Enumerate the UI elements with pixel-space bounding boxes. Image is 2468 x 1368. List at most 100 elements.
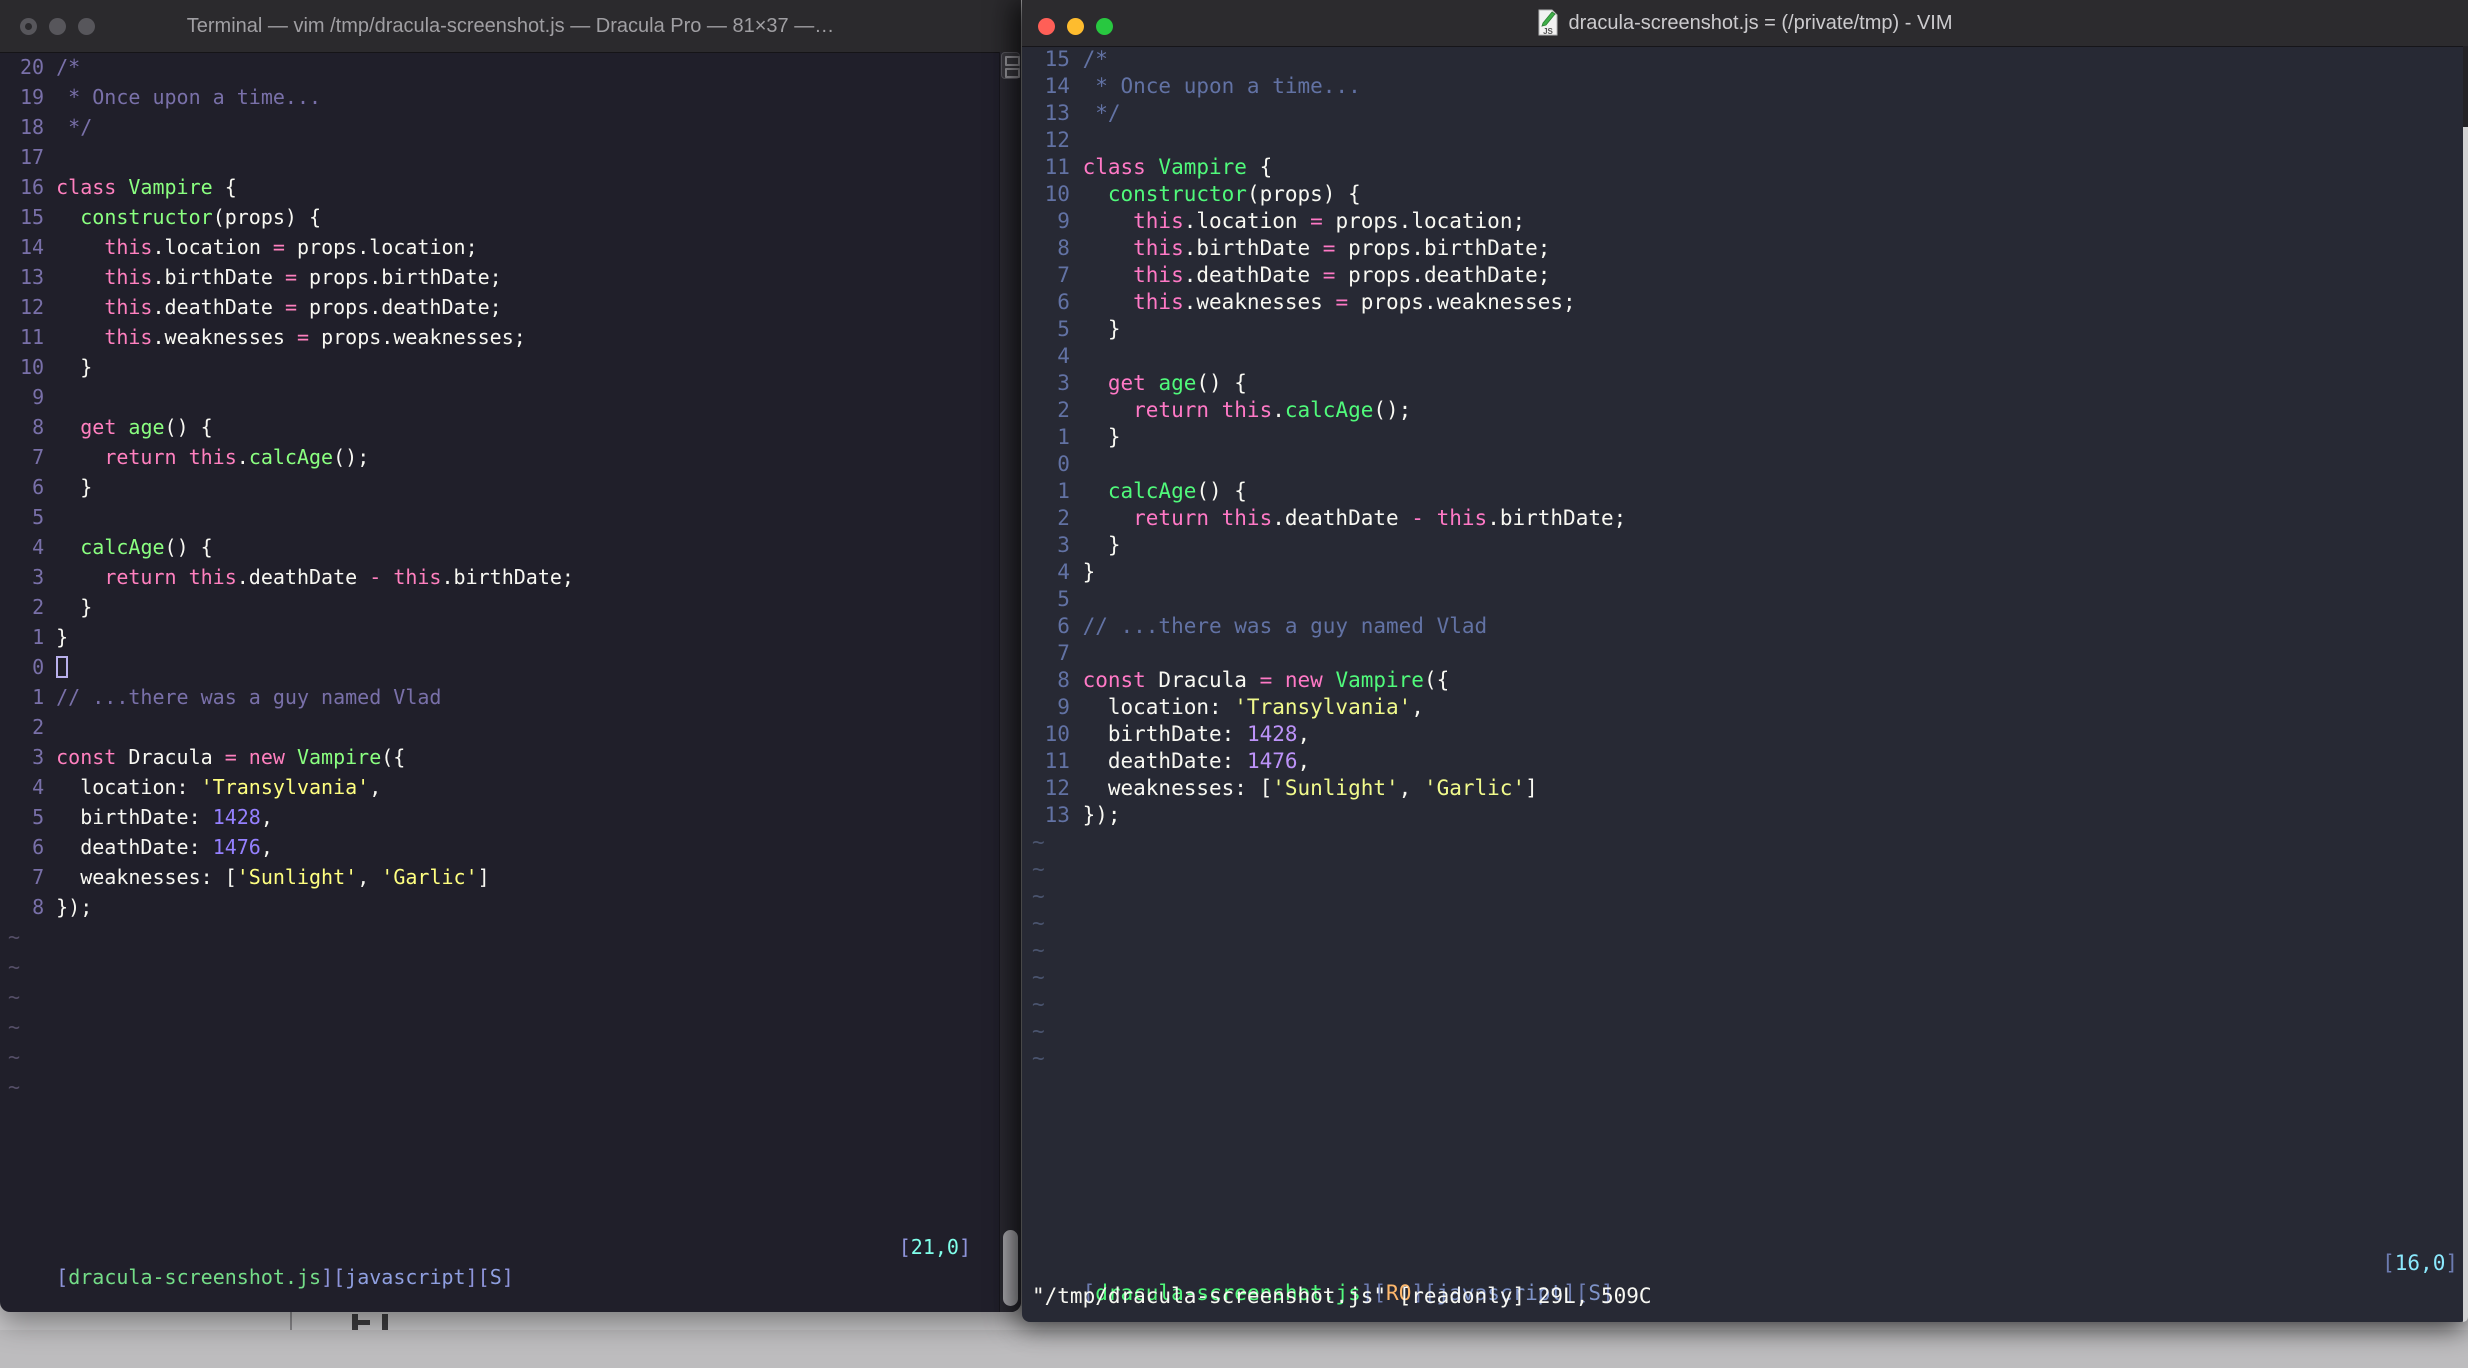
code-line: 14 * Once upon a time...: [1032, 73, 2462, 100]
code-token: ();: [333, 445, 370, 469]
code-token: }: [56, 625, 69, 649]
empty-line: ~: [1032, 1018, 2462, 1045]
code-token: =: [1335, 290, 1349, 314]
line-number: 1: [32, 685, 45, 709]
scrollbar-track-top[interactable]: [2463, 46, 2468, 127]
code-line: 4 calcAge() {: [8, 532, 999, 562]
line-number: 3: [32, 745, 45, 769]
vim-statusline-right: [dracula-screenshot.js][RO][javascript][…: [1022, 1248, 2460, 1305]
code-line: 7 weaknesses: ['Sunlight', 'Garlic']: [8, 862, 999, 892]
code-token: });: [56, 895, 93, 919]
close-button-icon[interactable]: [1038, 17, 1055, 35]
code-token: ]: [477, 865, 490, 889]
code-token: props.location;: [284, 235, 478, 259]
code-line: 12: [1032, 127, 2462, 154]
code-token: weaknesses: [: [56, 865, 237, 889]
line-number: 11: [20, 325, 45, 349]
empty-line: ~: [1032, 910, 2462, 937]
line-number: 1: [32, 625, 45, 649]
status-segment: [: [2382, 1251, 2395, 1275]
svg-text:JS: JS: [1544, 27, 1554, 36]
empty-line: ~: [1032, 1045, 2462, 1072]
code-token: 'Sunlight': [236, 865, 358, 889]
code-line: 1}: [8, 622, 999, 652]
code-token: /*: [56, 55, 81, 79]
code-token: -: [369, 565, 382, 589]
code-token: () {: [164, 415, 213, 439]
code-token: constructor: [80, 205, 213, 229]
code-line: 6 deathDate: 1476,: [8, 832, 999, 862]
code-line: 8 get age() {: [8, 412, 999, 442]
cursor-position-indicator: [16,0]: [2382, 1248, 2458, 1278]
code-line: 5 }: [1032, 316, 2462, 343]
empty-line: ~: [1032, 829, 2462, 856]
code-line: 17: [8, 142, 999, 172]
code-token: /*: [1082, 47, 1108, 71]
zoom-button-icon[interactable]: [1096, 17, 1113, 35]
close-button-icon[interactable]: [20, 17, 37, 35]
macvim-titlebar[interactable]: JS dracula-screenshot.js = (/private/tmp…: [1022, 0, 2468, 47]
code-token: get: [1107, 371, 1159, 395]
line-number: 2: [1057, 506, 1070, 530]
line-number: 15: [20, 205, 45, 229]
code-line: 14 this.location = props.location;: [8, 232, 999, 262]
split-pane-button[interactable]: [1001, 52, 1020, 79]
code-token: }: [1082, 560, 1096, 584]
code-line: 13 this.birthDate = props.birthDate;: [8, 262, 999, 292]
document-proxy-icon[interactable]: JS: [1537, 9, 1559, 37]
code-token: .birthDate: [1183, 236, 1323, 260]
code-token: * Once upon a time...: [1082, 74, 1361, 98]
minimize-button-icon[interactable]: [1067, 17, 1084, 35]
empty-line: ~: [1032, 883, 2462, 910]
code-line: 10 constructor(props) {: [1032, 181, 2462, 208]
code-line: 3 get age() {: [1032, 370, 2462, 397]
line-number: 9: [1057, 209, 1070, 233]
minimize-button-icon[interactable]: [49, 17, 66, 35]
zoom-button-icon[interactable]: [78, 17, 95, 35]
code-line: 2 return this.calcAge();: [1032, 397, 2462, 424]
vim-buffer-right[interactable]: 15/* 14 * Once upon a time... 13 */12 11 cla…: [1022, 46, 2462, 1072]
code-line: 2 return this.deathDate - this.birthDate…: [1032, 505, 2462, 532]
line-number: 4: [32, 535, 45, 559]
scrollbar-track[interactable]: [2463, 127, 2468, 1322]
scrollbar-thumb[interactable]: [1003, 1230, 1018, 1306]
code-token: .deathDate: [152, 295, 285, 319]
code-line: 9: [8, 382, 999, 412]
code-token: ,: [357, 865, 382, 889]
vim-statusline-left: [dracula-screenshot.js][javascript][S] […: [0, 1232, 997, 1289]
terminal-window-title: Terminal — vim /tmp/dracula-screenshot.j…: [186, 14, 835, 37]
code-token: (props) {: [1246, 182, 1361, 206]
traffic-lights: [1038, 0, 1113, 52]
code-token: .location: [152, 235, 273, 259]
code-token: this: [1133, 263, 1184, 287]
code-token: this: [104, 235, 153, 259]
code-token: this: [1133, 209, 1184, 233]
code-token: {: [1246, 155, 1273, 179]
line-number: 15: [1044, 47, 1070, 71]
code-token: return this: [104, 565, 237, 589]
code-token: .deathDate: [236, 565, 370, 589]
code-line: 13});: [1032, 802, 2462, 829]
code-line: 8});: [8, 892, 999, 922]
vim-buffer-left[interactable]: 20/* 19 * Once upon a time... 18 */17 16 cla…: [0, 52, 999, 1102]
terminal-titlebar[interactable]: Terminal — vim /tmp/dracula-screenshot.j…: [0, 0, 1021, 53]
code-token: deathDate:: [56, 835, 213, 859]
status-segment: [: [56, 1265, 69, 1289]
code-token: this: [104, 325, 153, 349]
line-number: 8: [1057, 668, 1070, 692]
code-line: 13 */: [1032, 100, 2462, 127]
line-number: 7: [1057, 263, 1070, 287]
code-line: 15 constructor(props) {: [8, 202, 999, 232]
terminal-scrollbar[interactable]: [999, 52, 1021, 1312]
code-token: }: [56, 475, 93, 499]
code-token: * Once upon a time...: [56, 85, 322, 109]
code-token: age: [1158, 371, 1197, 395]
line-number: 17: [20, 145, 45, 169]
code-line: 4: [1032, 343, 2462, 370]
code-token: deathDate:: [1082, 749, 1247, 773]
